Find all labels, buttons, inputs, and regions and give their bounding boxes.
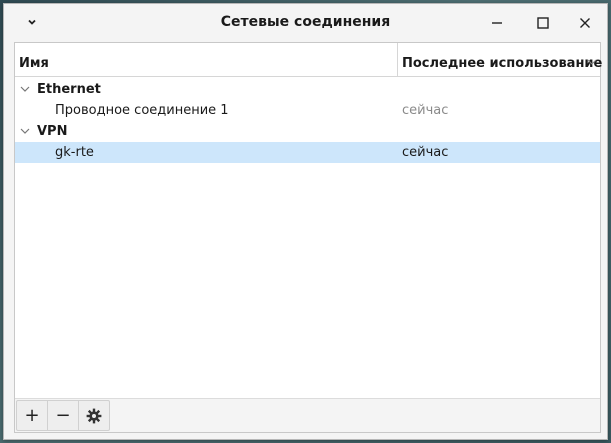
window-menu-button[interactable] <box>24 14 40 30</box>
add-connection-button[interactable]: + <box>16 400 48 431</box>
connection-last-used: сейчас <box>402 103 449 118</box>
title-bar: Сетевые соединения <box>4 4 607 41</box>
expander-icon[interactable] <box>20 127 30 135</box>
group-label: VPN <box>37 124 68 139</box>
close-button[interactable] <box>574 12 596 34</box>
window-title: Сетевые соединения <box>220 14 391 30</box>
group-row-vpn[interactable]: VPN <box>15 121 600 142</box>
list-header: Имя Последнее использование <box>15 43 603 77</box>
column-header-last-used[interactable]: Последнее использование <box>398 43 603 76</box>
connection-last-used: сейчас <box>402 145 449 160</box>
minus-icon: − <box>55 405 71 426</box>
network-connections-window: Сетевые соединения Имя Последнее использ… <box>3 3 608 440</box>
connection-row[interactable]: Проводное соединение 1 сейчас <box>15 100 600 121</box>
expander-icon[interactable] <box>20 85 30 93</box>
plus-icon: + <box>24 405 40 426</box>
connection-row-selected[interactable]: gk-rte сейчас <box>15 142 600 163</box>
list-toolbar: + − <box>15 398 600 432</box>
minimize-button[interactable] <box>486 12 508 34</box>
edit-connection-button[interactable] <box>78 400 110 431</box>
sort-descending-icon <box>587 59 597 65</box>
minimize-icon <box>492 22 502 24</box>
column-header-last-used-label: Последнее использование <box>402 56 603 71</box>
maximize-icon <box>537 17 549 29</box>
chevron-down-icon <box>28 19 36 25</box>
connections-list: Имя Последнее использование Ethernet Про… <box>14 42 603 433</box>
group-row-ethernet[interactable]: Ethernet <box>15 79 600 100</box>
column-header-name[interactable]: Имя <box>15 43 398 76</box>
maximize-button[interactable] <box>532 12 554 34</box>
connection-name: gk-rte <box>55 145 94 160</box>
connection-name: Проводное соединение 1 <box>55 103 229 118</box>
connection-rows: Ethernet Проводное соединение 1 сейчас V… <box>15 79 600 163</box>
gear-icon <box>86 408 102 423</box>
close-icon <box>580 18 590 28</box>
group-label: Ethernet <box>37 82 101 97</box>
remove-connection-button[interactable]: − <box>47 400 79 431</box>
